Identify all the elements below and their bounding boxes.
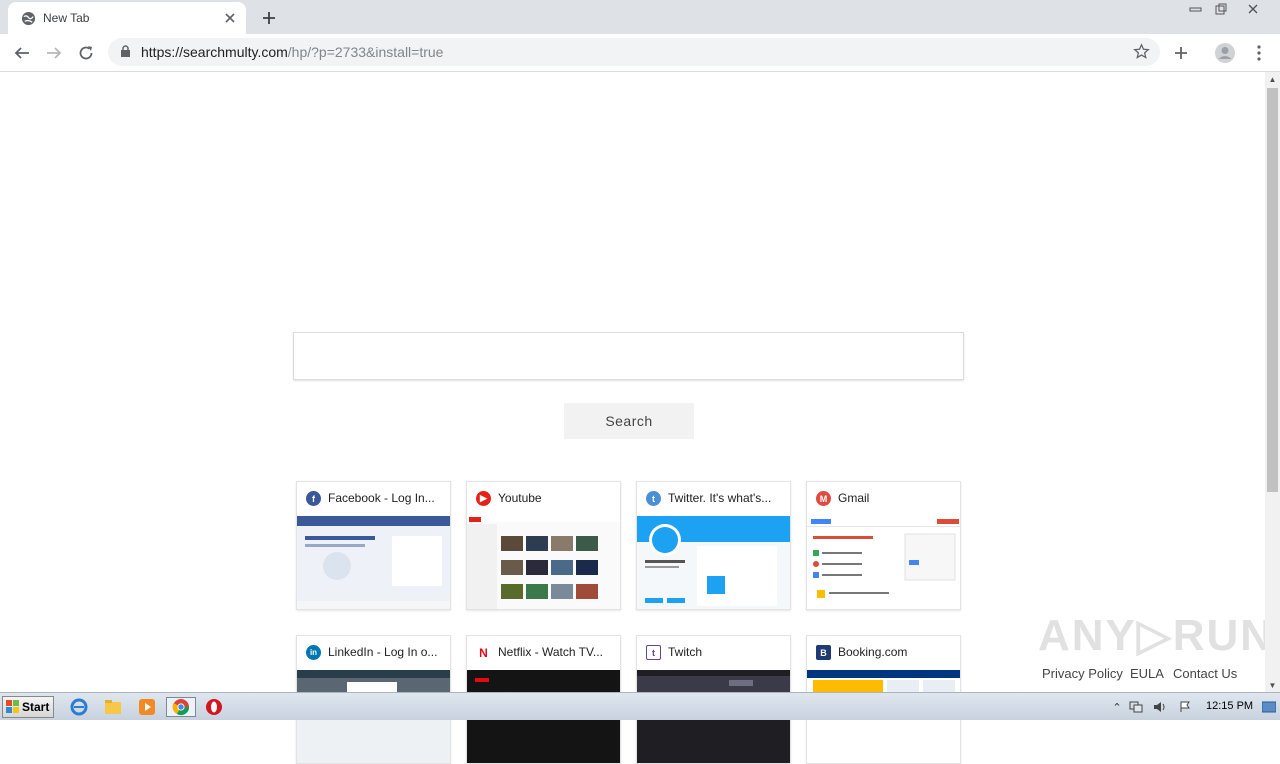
tile-header: N Netflix - Watch TV... bbox=[467, 636, 620, 670]
tile-header: ▶ Youtube bbox=[467, 482, 620, 516]
facebook-icon: f bbox=[306, 491, 321, 506]
tile-header: M Gmail bbox=[807, 482, 960, 516]
search-button[interactable]: Search bbox=[564, 403, 694, 439]
facebook-thumbnail bbox=[297, 516, 450, 609]
url-host: https://searchmulty.com bbox=[141, 44, 288, 60]
opera-icon[interactable] bbox=[203, 697, 225, 717]
tile-title: Twitch bbox=[668, 645, 703, 659]
back-arrow-icon[interactable] bbox=[9, 40, 35, 66]
tile-title: Gmail bbox=[838, 491, 870, 505]
tile-title: Booking.com bbox=[838, 645, 908, 659]
globe-icon bbox=[21, 11, 36, 26]
tile-title: Netflix - Watch TV... bbox=[498, 645, 603, 659]
menu-kebab-icon[interactable] bbox=[1246, 40, 1272, 66]
bookmark-star-icon[interactable] bbox=[1133, 43, 1150, 65]
twitch-icon: t bbox=[646, 645, 661, 660]
show-desktop-icon[interactable] bbox=[1262, 700, 1276, 714]
tile-header: in LinkedIn - Log In o... bbox=[297, 636, 450, 670]
browser-toolbar: https://searchmulty.com/hp/?p=2733&insta… bbox=[0, 34, 1280, 72]
scrollbar-thumb[interactable] bbox=[1267, 88, 1278, 492]
file-explorer-icon[interactable] bbox=[102, 697, 124, 717]
forward-arrow-icon[interactable] bbox=[41, 40, 67, 66]
action-center-flag-icon[interactable] bbox=[1178, 700, 1192, 714]
youtube-thumbnail bbox=[467, 516, 620, 609]
twitter-thumbnail bbox=[637, 516, 790, 609]
youtube-icon: ▶ bbox=[476, 491, 491, 506]
booking-icon: B bbox=[816, 645, 831, 660]
start-label: Start bbox=[22, 700, 50, 714]
scroll-down-icon[interactable]: ▼ bbox=[1265, 678, 1280, 692]
windows-logo-icon bbox=[6, 700, 19, 713]
privacy-policy-link[interactable]: Privacy Policy bbox=[1042, 666, 1123, 681]
tile-title: LinkedIn - Log In o... bbox=[328, 645, 438, 659]
profile-avatar-icon[interactable] bbox=[1212, 40, 1238, 66]
close-window-icon[interactable] bbox=[1240, 0, 1266, 18]
new-tab-button[interactable] bbox=[258, 7, 280, 29]
network-icon[interactable] bbox=[1129, 700, 1143, 714]
extension-plus-icon[interactable] bbox=[1168, 40, 1194, 66]
eula-link[interactable]: EULA bbox=[1130, 666, 1164, 681]
page-content: Search f Facebook - Log In... ▶ Youtube … bbox=[0, 72, 1272, 764]
lock-icon bbox=[120, 45, 131, 63]
minimize-icon[interactable] bbox=[1183, 0, 1209, 18]
chrome-taskbar-icon[interactable] bbox=[166, 697, 196, 717]
address-bar[interactable]: https://searchmulty.com/hp/?p=2733&insta… bbox=[108, 38, 1160, 66]
tile-header: t Twitch bbox=[637, 636, 790, 670]
volume-icon[interactable] bbox=[1153, 700, 1167, 714]
netflix-icon: N bbox=[476, 645, 491, 660]
start-button[interactable]: Start bbox=[2, 696, 54, 718]
windows-taskbar: Start ⌃ 12:15 PM bbox=[0, 692, 1280, 720]
tile-header: f Facebook - Log In... bbox=[297, 482, 450, 516]
clock: 12:15 PM bbox=[1206, 700, 1254, 712]
tile-title: Youtube bbox=[498, 491, 542, 505]
tab-strip: New Tab bbox=[0, 0, 1280, 34]
close-tab-icon[interactable] bbox=[220, 8, 240, 28]
tile-header: B Booking.com bbox=[807, 636, 960, 670]
tile-title: Facebook - Log In... bbox=[328, 491, 435, 505]
reload-icon[interactable] bbox=[73, 40, 99, 66]
tile-facebook[interactable]: f Facebook - Log In... bbox=[296, 481, 451, 610]
twitter-icon: t bbox=[646, 491, 661, 506]
tile-youtube[interactable]: ▶ Youtube bbox=[466, 481, 621, 610]
url-text: https://searchmulty.com/hp/?p=2733&insta… bbox=[141, 44, 443, 60]
page-scrollbar[interactable]: ▲ ▼ bbox=[1265, 72, 1280, 692]
internet-explorer-icon[interactable] bbox=[68, 697, 90, 717]
contact-us-link[interactable]: Contact Us bbox=[1173, 666, 1237, 681]
tray-expand-icon[interactable]: ⌃ bbox=[1110, 700, 1124, 714]
tab-new-tab[interactable]: New Tab bbox=[8, 2, 246, 34]
gmail-icon: M bbox=[816, 491, 831, 506]
gmail-thumbnail bbox=[807, 516, 960, 609]
tile-header: t Twitter. It's what's... bbox=[637, 482, 790, 516]
linkedin-icon: in bbox=[306, 645, 321, 660]
restore-icon[interactable] bbox=[1208, 0, 1234, 18]
tile-twitter[interactable]: t Twitter. It's what's... bbox=[636, 481, 791, 610]
media-player-icon[interactable] bbox=[136, 697, 158, 717]
tile-title: Twitter. It's what's... bbox=[668, 491, 772, 505]
scroll-up-icon[interactable]: ▲ bbox=[1265, 72, 1280, 86]
tab-title: New Tab bbox=[43, 11, 90, 25]
search-input[interactable] bbox=[293, 332, 964, 380]
anyrun-watermark: ANY▷RUN bbox=[1038, 611, 1275, 660]
url-path: /hp/?p=2733&install=true bbox=[287, 44, 444, 60]
tile-gmail[interactable]: M Gmail bbox=[806, 481, 961, 610]
